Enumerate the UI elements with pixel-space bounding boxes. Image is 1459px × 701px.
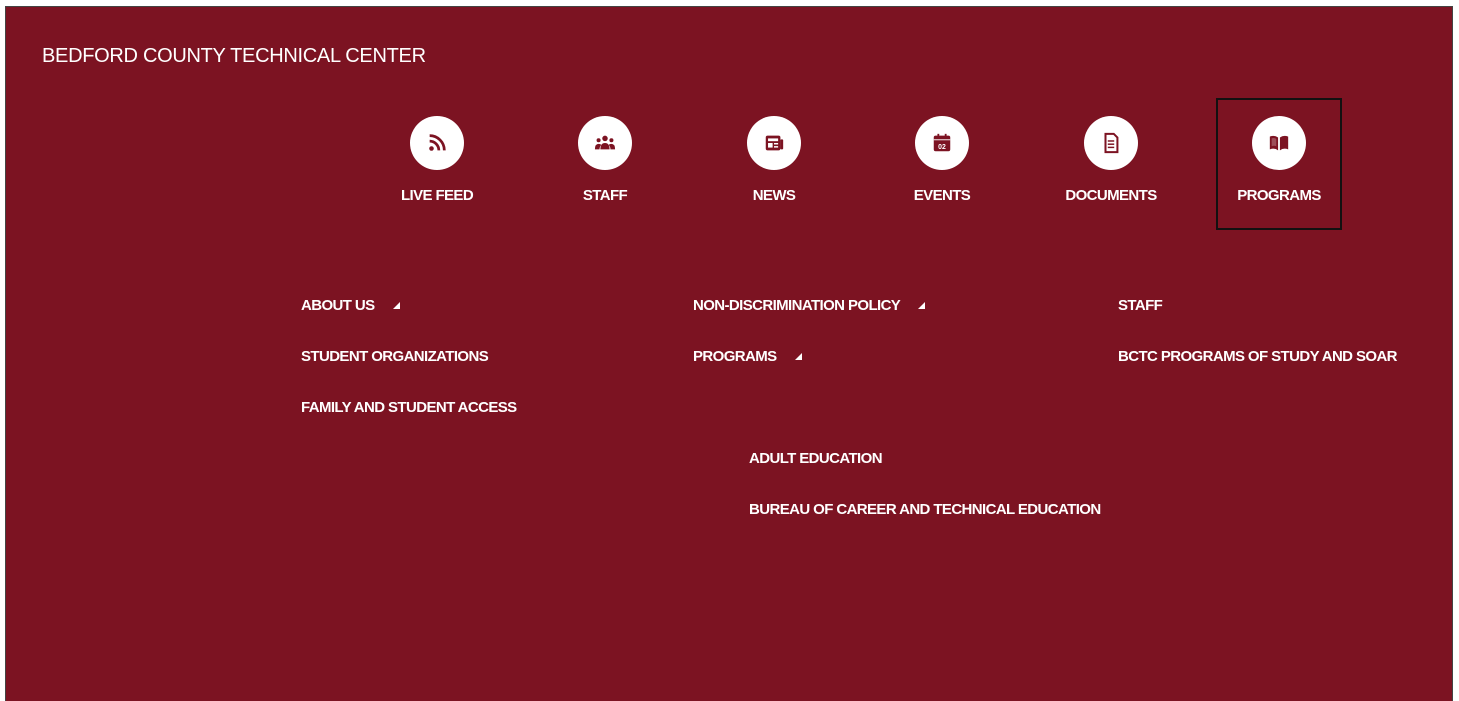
people-icon — [578, 116, 632, 170]
nav-item-staff[interactable]: STAFF — [542, 98, 668, 230]
book-icon — [1252, 116, 1306, 170]
menu-link-student-organizations[interactable]: STUDENT ORGANIZATIONS — [301, 348, 489, 365]
menu-link-label: PROGRAMS — [693, 348, 777, 365]
menu-link-programs[interactable]: PROGRAMS — [693, 348, 802, 365]
menu-link-staff[interactable]: STAFF — [1118, 297, 1163, 314]
menu-link-label: ABOUT US — [301, 297, 375, 314]
submenu-link-bureau-of-career-and-technical-education[interactable]: BUREAU OF CAREER AND TECHNICAL EDUCATION — [749, 501, 1101, 518]
menu-link-family-and-student-access[interactable]: FAMILY AND STUDENT ACCESS — [301, 399, 517, 416]
document-icon — [1084, 116, 1138, 170]
caret-icon[interactable] — [918, 302, 926, 309]
nav-item-events[interactable]: 02 EVENTS — [879, 98, 1005, 230]
nav-label: STAFF — [582, 187, 628, 204]
site-title[interactable]: BEDFORD COUNTY TECHNICAL CENTER — [42, 45, 426, 68]
nav-label: NEWS — [752, 187, 796, 204]
nav-item-live-feed[interactable]: LIVE FEED — [374, 98, 500, 230]
calendar-icon-day: 02 — [938, 144, 946, 151]
nav-label: EVENTS — [913, 187, 971, 204]
newspaper-icon — [747, 116, 801, 170]
menu-link-about-us[interactable]: ABOUT US — [301, 297, 400, 314]
nav-label: PROGRAMS — [1237, 187, 1321, 204]
caret-icon[interactable] — [794, 353, 802, 360]
caret-icon[interactable] — [392, 302, 400, 309]
menu-link-non-discrimination-policy[interactable]: NON-DISCRIMINATION POLICY — [693, 297, 926, 314]
menu-link-bctc-programs-of-study-and-soar[interactable]: BCTC PROGRAMS OF STUDY AND SOAR — [1118, 348, 1398, 365]
nav-item-programs[interactable]: PROGRAMS — [1216, 98, 1342, 230]
menu-link-label: NON-DISCRIMINATION POLICY — [693, 297, 901, 314]
rss-icon — [410, 116, 464, 170]
calendar-icon: 02 — [915, 116, 969, 170]
site-header-panel: BEDFORD COUNTY TECHNICAL CENTER LIVE FEE… — [5, 6, 1453, 701]
submenu-link-adult-education[interactable]: ADULT EDUCATION — [749, 450, 883, 467]
nav-item-documents[interactable]: DOCUMENTS — [1048, 98, 1174, 230]
nav-item-news[interactable]: NEWS — [711, 98, 837, 230]
nav-label: DOCUMENTS — [1065, 187, 1157, 204]
nav-label: LIVE FEED — [400, 187, 474, 204]
